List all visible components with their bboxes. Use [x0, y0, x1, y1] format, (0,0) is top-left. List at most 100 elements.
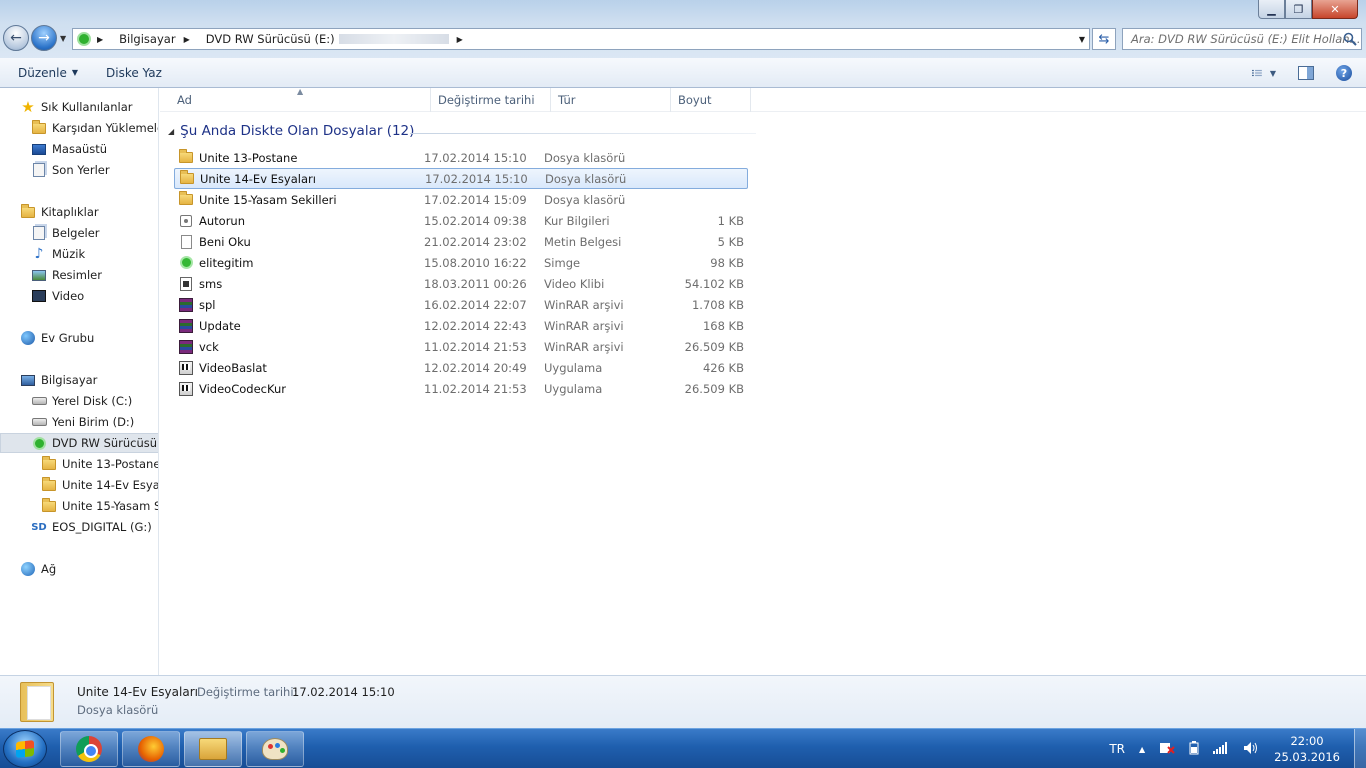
column-header-name[interactable]: Ad ▲: [160, 87, 431, 112]
file-row[interactable]: Unite 15-Yasam Sekilleri 17.02.2014 15:0…: [174, 189, 748, 210]
file-name: VideoBaslat: [199, 360, 267, 375]
folder-icon: [179, 170, 195, 187]
nav-item-network[interactable]: Ağ: [0, 559, 158, 579]
address-dropdown-icon[interactable]: ▼: [1079, 35, 1085, 44]
group-header[interactable]: ◢ Şu Anda Diskte Olan Dosyalar (12): [168, 123, 414, 139]
recent-pages-dropdown[interactable]: ▼: [60, 34, 66, 43]
chevron-down-icon: ▼: [1269, 68, 1276, 78]
file-type: Uygulama: [544, 381, 603, 396]
preview-pane-button[interactable]: [1294, 62, 1318, 84]
close-button[interactable]: ✕: [1312, 0, 1358, 19]
file-type: WinRAR arşivi: [544, 318, 624, 333]
file-row[interactable]: sms 18.03.2011 00:26 Video Klibi 54.102 …: [174, 273, 748, 294]
search-input[interactable]: Ara: DVD RW Sürücüsü (E:) Elit Hollan...: [1122, 28, 1362, 50]
volume-icon[interactable]: [1243, 741, 1259, 758]
column-header-type[interactable]: Tür: [551, 88, 671, 112]
nav-item-local-disk-c[interactable]: Yerel Disk (C:): [0, 391, 158, 411]
show-hidden-icons-icon[interactable]: ▲: [1139, 745, 1145, 754]
nav-label: Resimler: [52, 268, 102, 282]
command-bar: Düzenle ▼ Diske Yaz ▼ ?: [0, 58, 1366, 88]
action-center-icon[interactable]: [1159, 741, 1175, 758]
documents-icon: [31, 225, 47, 241]
nav-label: Unite 15-Yasam Sekilleri: [62, 499, 158, 513]
nav-item-unite-14[interactable]: Unite 14-Ev Esyaları: [0, 475, 158, 495]
column-header-size[interactable]: Boyut: [671, 88, 751, 112]
nav-label: Masaüstü: [52, 142, 108, 156]
drive-icon: [31, 414, 47, 430]
breadcrumb-dvd-drive[interactable]: DVD RW Sürücüsü (E:): [206, 32, 335, 46]
nav-item-downloads[interactable]: Karşıdan Yüklemeler: [0, 118, 158, 138]
file-row[interactable]: Unite 13-Postane 17.02.2014 15:10 Dosya …: [174, 147, 748, 168]
file-row[interactable]: spl 16.02.2014 22:07 WinRAR arşivi 1.708…: [174, 294, 748, 315]
battery-icon[interactable]: [1189, 740, 1199, 758]
refresh-button[interactable]: ⇆: [1092, 28, 1116, 50]
file-row[interactable]: Beni Oku 21.02.2014 23:02 Metin Belgesi …: [174, 231, 748, 252]
show-desktop-button[interactable]: [1354, 729, 1366, 768]
file-type: Dosya klasörü: [544, 192, 626, 207]
breadcrumb-arrow[interactable]: ▶: [184, 35, 198, 44]
file-row[interactable]: Autorun 15.02.2014 09:38 Kur Bilgileri 1…: [174, 210, 748, 231]
file-name: Beni Oku: [199, 234, 251, 249]
nav-label: DVD RW Sürücüsü (E:): [52, 436, 158, 450]
nav-item-recent-places[interactable]: Son Yerler: [0, 160, 158, 180]
file-date: 18.03.2011 00:26: [424, 276, 527, 291]
address-bar[interactable]: ▶ Bilgisayar ▶ DVD RW Sürücüsü (E:) ▶ ▼: [72, 28, 1090, 50]
file-row-selected[interactable]: Unite 14-Ev Esyaları 17.02.2014 15:10 Do…: [174, 168, 748, 189]
file-name: Update: [199, 318, 241, 333]
file-name: vck: [199, 339, 219, 354]
minimize-button[interactable]: ▁: [1258, 0, 1285, 19]
maximize-button[interactable]: ❐: [1285, 0, 1312, 19]
taskbar-chrome[interactable]: [60, 731, 118, 767]
setup-info-icon: [178, 213, 194, 229]
details-pane: Unite 14-Ev Esyaları Değiştirme tarihi: …: [0, 675, 1366, 728]
video-icon: [31, 288, 47, 304]
nav-item-eos-digital-g[interactable]: SD EOS_DIGITAL (G:): [0, 517, 158, 537]
organize-button[interactable]: Düzenle ▼: [8, 66, 88, 80]
taskbar-paint[interactable]: [246, 731, 304, 767]
file-name: Unite 15-Yasam Sekilleri: [199, 192, 337, 207]
sd-card-icon: SD: [31, 521, 47, 533]
file-date: 12.02.2014 22:43: [424, 318, 527, 333]
file-row[interactable]: vck 11.02.2014 21:53 WinRAR arşivi 26.50…: [174, 336, 748, 357]
network-signal-icon[interactable]: [1213, 741, 1229, 757]
nav-item-unite-13[interactable]: Unite 13-Postane: [0, 454, 158, 474]
taskbar-explorer[interactable]: [184, 731, 242, 767]
nav-item-libraries[interactable]: Kitaplıklar: [0, 202, 158, 222]
file-row[interactable]: VideoCodecKur 11.02.2014 21:53 Uygulama …: [174, 378, 748, 399]
file-row[interactable]: VideoBaslat 12.02.2014 20:49 Uygulama 42…: [174, 357, 748, 378]
view-options-button[interactable]: ▼: [1252, 62, 1276, 84]
star-icon: ★: [21, 98, 35, 116]
column-header-date[interactable]: Değiştirme tarihi: [431, 88, 551, 112]
file-date: 11.02.2014 21:53: [424, 381, 527, 396]
breadcrumb-root-arrow[interactable]: ▶: [97, 35, 111, 44]
file-row[interactable]: elitegitim 15.08.2010 16:22 Simge 98 KB: [174, 252, 748, 273]
language-indicator[interactable]: TR: [1109, 742, 1125, 756]
nav-item-homegroup[interactable]: Ev Grubu: [0, 328, 158, 348]
nav-item-dvd-drive-e[interactable]: DVD RW Sürücüsü (E:): [0, 433, 158, 453]
file-name: Unite 14-Ev Esyaları: [200, 171, 316, 186]
taskbar-firefox[interactable]: [122, 731, 180, 767]
forward-button[interactable]: →: [31, 25, 57, 51]
system-tray: TR ▲ 22:00 25.03.2016: [1102, 729, 1366, 768]
file-type: Kur Bilgileri: [544, 213, 610, 228]
back-button[interactable]: ←: [3, 25, 29, 51]
nav-item-unite-15[interactable]: Unite 15-Yasam Sekilleri: [0, 496, 158, 516]
nav-item-desktop[interactable]: Masaüstü: [0, 139, 158, 159]
nav-item-computer[interactable]: Bilgisayar: [0, 370, 158, 390]
nav-item-volume-d[interactable]: Yeni Birim (D:): [0, 412, 158, 432]
help-button[interactable]: ?: [1332, 62, 1356, 84]
nav-item-music[interactable]: ♪ Müzik: [0, 244, 158, 264]
folder-icon: [20, 682, 54, 722]
nav-item-favorites[interactable]: ★ Sık Kullanılanlar: [0, 97, 158, 117]
file-date: 15.02.2014 09:38: [424, 213, 527, 228]
nav-item-video[interactable]: Video: [0, 286, 158, 306]
details-view-icon: [1252, 69, 1262, 77]
nav-item-documents[interactable]: Belgeler: [0, 223, 158, 243]
burn-button[interactable]: Diske Yaz: [96, 66, 172, 80]
breadcrumb-computer[interactable]: Bilgisayar: [119, 32, 175, 46]
breadcrumb-arrow[interactable]: ▶: [457, 35, 471, 44]
start-button[interactable]: [3, 730, 47, 768]
clock[interactable]: 22:00 25.03.2016: [1274, 733, 1340, 765]
nav-item-pictures[interactable]: Resimler: [0, 265, 158, 285]
file-row[interactable]: Update 12.02.2014 22:43 WinRAR arşivi 16…: [174, 315, 748, 336]
